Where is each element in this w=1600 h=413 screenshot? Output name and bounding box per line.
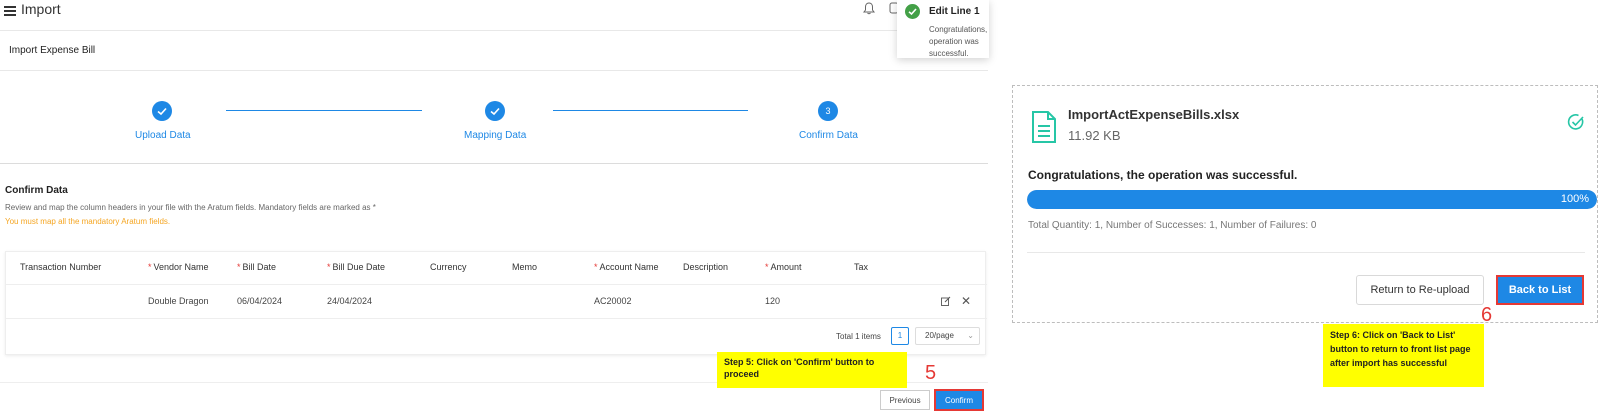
step-2-label: Mapping Data <box>464 130 527 141</box>
app-title: Import <box>21 1 61 17</box>
page-title: Import Expense Bill <box>9 45 96 56</box>
column-header: Memo <box>512 262 538 272</box>
progress-percent: 100% <box>1560 193 1589 205</box>
page-size-value: 20/page <box>925 331 954 340</box>
page-number-button[interactable]: 1 <box>891 327 909 345</box>
step-5-annotation: Step 5: Click on 'Confirm' button to pro… <box>717 352 907 388</box>
success-check-icon <box>905 4 920 19</box>
cell-bill-due-date: 24/04/2024 <box>327 296 373 306</box>
step-connector <box>553 110 748 111</box>
step-1-done-icon <box>152 101 172 121</box>
close-icon[interactable]: ✕ <box>961 294 971 308</box>
step-5-number: 5 <box>925 362 937 384</box>
step-6-number: 6 <box>1481 304 1493 326</box>
divider <box>0 163 988 164</box>
column-header: * Account Name <box>594 262 659 272</box>
confirm-button[interactable]: Confirm <box>934 389 984 411</box>
cell-bill-date: 06/04/2024 <box>237 296 283 306</box>
column-header: * Bill Due Date <box>327 262 386 272</box>
excel-file-icon <box>1032 111 1056 143</box>
toast-title: Edit Line 1 <box>929 6 980 17</box>
toast-message: Congratulations, the operation was succe… <box>929 25 989 58</box>
divider <box>6 318 987 319</box>
step-2-done-icon <box>485 101 505 121</box>
column-header: Currency <box>430 262 467 272</box>
column-header: * Bill Date <box>237 262 277 272</box>
cell-amount: 120 <box>765 296 781 306</box>
step-connector <box>226 110 422 111</box>
divider <box>0 70 988 71</box>
progress-fill <box>1027 190 1597 209</box>
previous-button[interactable]: Previous <box>880 390 930 410</box>
column-header: Tax <box>854 262 869 272</box>
cell-vendor-name: Double Dragon <box>148 296 209 306</box>
confirm-table: Transaction Number * Vendor Name * Bill Da… <box>5 251 987 355</box>
chevron-down-icon: ⌄ <box>967 331 974 340</box>
section-description: Review and map the column headers in you… <box>5 203 376 212</box>
divider <box>1027 252 1585 253</box>
column-header: Transaction Number <box>20 262 102 272</box>
mandatory-warning: You must map all the mandatory Aratum fi… <box>5 217 171 226</box>
column-header: * Amount <box>765 262 802 272</box>
step-1-label: Upload Data <box>135 130 191 141</box>
divider <box>0 30 988 31</box>
success-toast: Edit Line 1 Congratulations, the operati… <box>897 0 989 58</box>
import-stats: Total Quantity: 1, Number of Successes: … <box>1028 220 1317 231</box>
cell-account-name: AC20002 <box>594 296 632 306</box>
success-check-icon <box>1567 114 1584 130</box>
step-6-annotation: Step 6: Click on 'Back to List' button t… <box>1323 324 1484 387</box>
return-to-reupload-button[interactable]: Return to Re-upload <box>1356 275 1484 305</box>
file-size: 11.92 KB <box>1068 128 1121 143</box>
step-3-label: Confirm Data <box>799 130 858 141</box>
file-name: ImportActExpenseBills.xlsx <box>1068 107 1240 122</box>
total-items: Total 1 items <box>836 332 881 341</box>
divider <box>6 284 987 285</box>
success-message: Congratulations, the operation was succe… <box>1028 168 1298 182</box>
menu-icon[interactable] <box>4 6 16 16</box>
import-result-card: ImportActExpenseBills.xlsx 11.92 KB Cong… <box>1012 85 1598 323</box>
bell-icon[interactable] <box>863 2 875 15</box>
import-page: Import Import Expense Bill Upload Data M… <box>0 0 989 413</box>
column-header: * Vendor Name <box>148 262 209 272</box>
section-heading: Confirm Data <box>5 185 68 196</box>
column-header: Description <box>683 262 729 272</box>
edit-icon[interactable] <box>941 296 951 306</box>
page-size-select[interactable]: 20/page ⌄ <box>915 327 980 345</box>
step-3-number: 3 <box>818 101 838 121</box>
top-bar: Import <box>0 0 988 30</box>
back-to-list-button[interactable]: Back to List <box>1496 275 1584 305</box>
progress-bar: 100% <box>1027 190 1597 209</box>
